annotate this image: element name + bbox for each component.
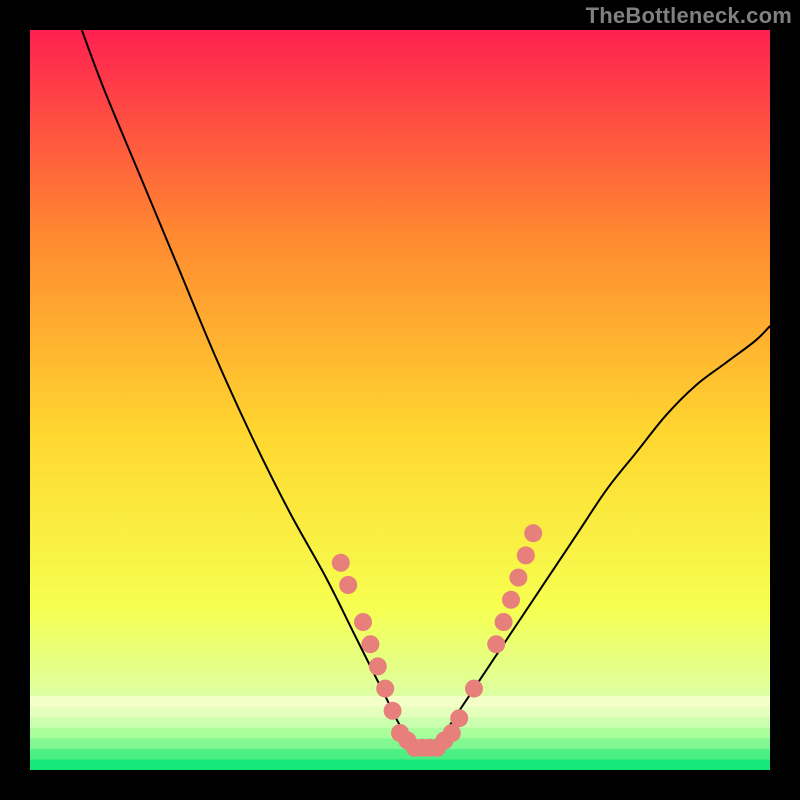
marker-dot xyxy=(376,680,394,698)
marker-dot xyxy=(332,554,350,572)
chart-svg xyxy=(30,30,770,770)
marker-dot xyxy=(509,569,527,587)
marker-dot xyxy=(339,576,357,594)
gradient-background xyxy=(30,30,770,770)
marker-dot xyxy=(487,635,505,653)
marker-dot xyxy=(517,546,535,564)
marker-dot xyxy=(384,702,402,720)
marker-dot xyxy=(465,680,483,698)
marker-dot xyxy=(524,524,542,542)
marker-dot xyxy=(369,657,387,675)
marker-dot xyxy=(361,635,379,653)
plot-area xyxy=(30,30,770,770)
marker-dot xyxy=(495,613,513,631)
marker-dot xyxy=(354,613,372,631)
watermark-label: TheBottleneck.com xyxy=(586,3,792,29)
marker-dot xyxy=(502,591,520,609)
marker-dot xyxy=(450,709,468,727)
chart-frame: TheBottleneck.com xyxy=(0,0,800,800)
